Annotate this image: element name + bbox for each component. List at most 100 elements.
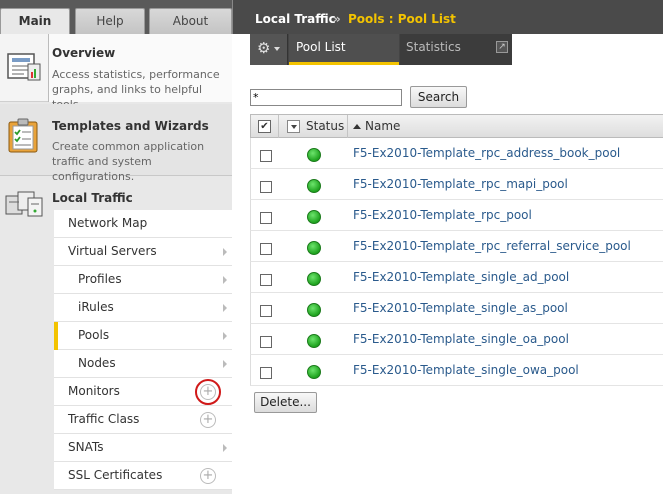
gear-icon: ⚙ bbox=[257, 39, 271, 57]
sidebar-item-virtual-servers[interactable]: Virtual Servers bbox=[54, 238, 232, 266]
search-input[interactable] bbox=[250, 89, 402, 106]
chevron-right-icon bbox=[223, 444, 227, 452]
breadcrumb-section[interactable]: Local Traffic bbox=[255, 12, 336, 26]
select-all-checkbox[interactable]: ✔ bbox=[258, 120, 271, 133]
sidebar-item-network-map[interactable]: Network Map bbox=[54, 210, 232, 238]
sidebar-item-irules[interactable]: iRules bbox=[54, 294, 232, 322]
external-link-icon[interactable]: ↗ bbox=[496, 41, 508, 53]
tab-pool-list[interactable]: Pool List bbox=[289, 34, 399, 65]
pool-name-link[interactable]: F5-Ex2010-Template_rpc_referral_service_… bbox=[353, 239, 631, 253]
table-header: ✔ Status Name bbox=[250, 114, 663, 138]
tab-main[interactable]: Main bbox=[0, 8, 70, 34]
chevron-right-icon bbox=[223, 332, 227, 340]
pool-table: ✔ Status Name F5-Ex2010-Template_rpc_add… bbox=[250, 114, 663, 386]
status-filter-dropdown[interactable] bbox=[287, 120, 300, 133]
row-checkbox[interactable] bbox=[260, 150, 272, 162]
sidebar-item-label: Network Map bbox=[68, 216, 148, 230]
status-column-header[interactable]: Status bbox=[280, 115, 348, 138]
tab-statistics-label: Statistics bbox=[406, 40, 461, 54]
table-row: F5-Ex2010-Template_rpc_pool bbox=[250, 200, 663, 231]
status-available-icon bbox=[307, 148, 321, 162]
name-column-label: Name bbox=[365, 119, 401, 133]
sidebar-item-label: Pools bbox=[78, 328, 110, 342]
row-checkbox[interactable] bbox=[260, 305, 272, 317]
local-traffic-icon bbox=[5, 191, 43, 217]
top-tabs: Main Help About bbox=[0, 0, 232, 34]
table-body: F5-Ex2010-Template_rpc_address_book_pool… bbox=[250, 138, 663, 386]
add-icon[interactable]: + bbox=[200, 412, 216, 428]
table-row: F5-Ex2010-Template_single_as_pool bbox=[250, 293, 663, 324]
select-all-header: ✔ bbox=[251, 115, 279, 138]
search-button[interactable]: Search bbox=[410, 86, 467, 108]
overview-section[interactable]: Overview Access statistics, performance … bbox=[0, 34, 232, 111]
table-row: F5-Ex2010-Template_rpc_mapi_pool bbox=[250, 169, 663, 200]
local-traffic-nav: Network Map Virtual Servers Profiles iRules… bbox=[54, 210, 232, 490]
row-checkbox[interactable] bbox=[260, 181, 272, 193]
sidebar-item-label: Virtual Servers bbox=[68, 244, 157, 258]
row-checkbox[interactable] bbox=[260, 336, 272, 348]
status-available-icon bbox=[307, 272, 321, 286]
sidebar-item-label: SSL Certificates bbox=[68, 468, 163, 482]
pool-name-link[interactable]: F5-Ex2010-Template_single_owa_pool bbox=[353, 363, 579, 377]
pool-name-link[interactable]: F5-Ex2010-Template_single_oa_pool bbox=[353, 332, 569, 346]
chevron-down-icon bbox=[274, 47, 280, 51]
chevron-right-icon bbox=[223, 276, 227, 284]
sort-ascending-icon bbox=[353, 124, 361, 129]
status-available-icon bbox=[307, 334, 321, 348]
pool-name-link[interactable]: F5-Ex2010-Template_rpc_mapi_pool bbox=[353, 177, 568, 191]
add-icon[interactable]: + bbox=[195, 379, 221, 405]
overview-icon bbox=[7, 53, 41, 81]
name-column-header[interactable]: Name bbox=[349, 115, 649, 138]
sidebar-item-ssl-certificates[interactable]: SSL Certificates + bbox=[54, 462, 232, 490]
status-available-icon bbox=[307, 365, 321, 379]
pool-name-link[interactable]: F5-Ex2010-Template_rpc_pool bbox=[353, 208, 532, 222]
templates-title[interactable]: Templates and Wizards bbox=[52, 119, 209, 133]
page-title: Pools : Pool List bbox=[348, 12, 456, 26]
table-row: F5-Ex2010-Template_rpc_referral_service_… bbox=[250, 231, 663, 262]
clipboard-icon bbox=[8, 118, 38, 153]
sidebar-item-snats[interactable]: SNATs bbox=[54, 434, 232, 462]
breadcrumb: Local Traffic » Pools : Pool List bbox=[232, 0, 663, 34]
sidebar-item-label: iRules bbox=[78, 300, 114, 314]
local-traffic-section: Local Traffic bbox=[0, 180, 232, 217]
sidebar-item-profiles[interactable]: Profiles bbox=[54, 266, 232, 294]
sidebar-item-pools[interactable]: Pools bbox=[54, 322, 232, 350]
sidebar-item-monitors[interactable]: Monitors + bbox=[54, 378, 232, 406]
sidebar: Main Help About Overview Access statisti… bbox=[0, 0, 232, 494]
status-available-icon bbox=[307, 303, 321, 317]
table-row: F5-Ex2010-Template_single_ad_pool bbox=[250, 262, 663, 293]
overview-title[interactable]: Overview bbox=[52, 46, 115, 60]
status-available-icon bbox=[307, 210, 321, 224]
sidebar-item-label: Monitors bbox=[68, 384, 120, 398]
delete-button[interactable]: Delete... bbox=[254, 392, 317, 413]
sidebar-item-label: Traffic Class bbox=[68, 412, 140, 426]
tab-statistics[interactable]: Statistics ↗ bbox=[400, 34, 512, 65]
row-checkbox[interactable] bbox=[260, 367, 272, 379]
status-column-label: Status bbox=[306, 119, 345, 133]
table-row: F5-Ex2010-Template_single_owa_pool bbox=[250, 355, 663, 386]
sidebar-item-traffic-class[interactable]: Traffic Class + bbox=[54, 406, 232, 434]
sidebar-item-label: SNATs bbox=[68, 440, 104, 454]
main-content: Local Traffic » Pools : Pool List ⚙ Pool… bbox=[232, 0, 663, 494]
row-checkbox[interactable] bbox=[260, 274, 272, 286]
pool-name-link[interactable]: F5-Ex2010-Template_rpc_address_book_pool bbox=[353, 146, 620, 160]
pool-name-link[interactable]: F5-Ex2010-Template_single_ad_pool bbox=[353, 270, 569, 284]
row-checkbox[interactable] bbox=[260, 212, 272, 224]
table-row: F5-Ex2010-Template_rpc_address_book_pool bbox=[250, 138, 663, 169]
breadcrumb-separator: » bbox=[333, 12, 341, 26]
settings-menu-button[interactable]: ⚙ bbox=[250, 34, 288, 65]
add-icon[interactable]: + bbox=[200, 468, 216, 484]
pool-name-link[interactable]: F5-Ex2010-Template_single_as_pool bbox=[353, 301, 568, 315]
row-checkbox[interactable] bbox=[260, 243, 272, 255]
status-available-icon bbox=[307, 179, 321, 193]
toolbar: ⚙ Pool List Statistics ↗ bbox=[250, 34, 512, 65]
chevron-right-icon bbox=[223, 360, 227, 368]
status-available-icon bbox=[307, 241, 321, 255]
templates-description: Create common application traffic and sy… bbox=[52, 140, 205, 183]
tab-help[interactable]: Help bbox=[75, 8, 145, 34]
sidebar-item-label: Nodes bbox=[78, 356, 116, 370]
tab-about[interactable]: About bbox=[149, 8, 232, 34]
chevron-right-icon bbox=[223, 304, 227, 312]
templates-section[interactable]: Templates and Wizards Create common appl… bbox=[0, 104, 232, 183]
sidebar-item-nodes[interactable]: Nodes bbox=[54, 350, 232, 378]
